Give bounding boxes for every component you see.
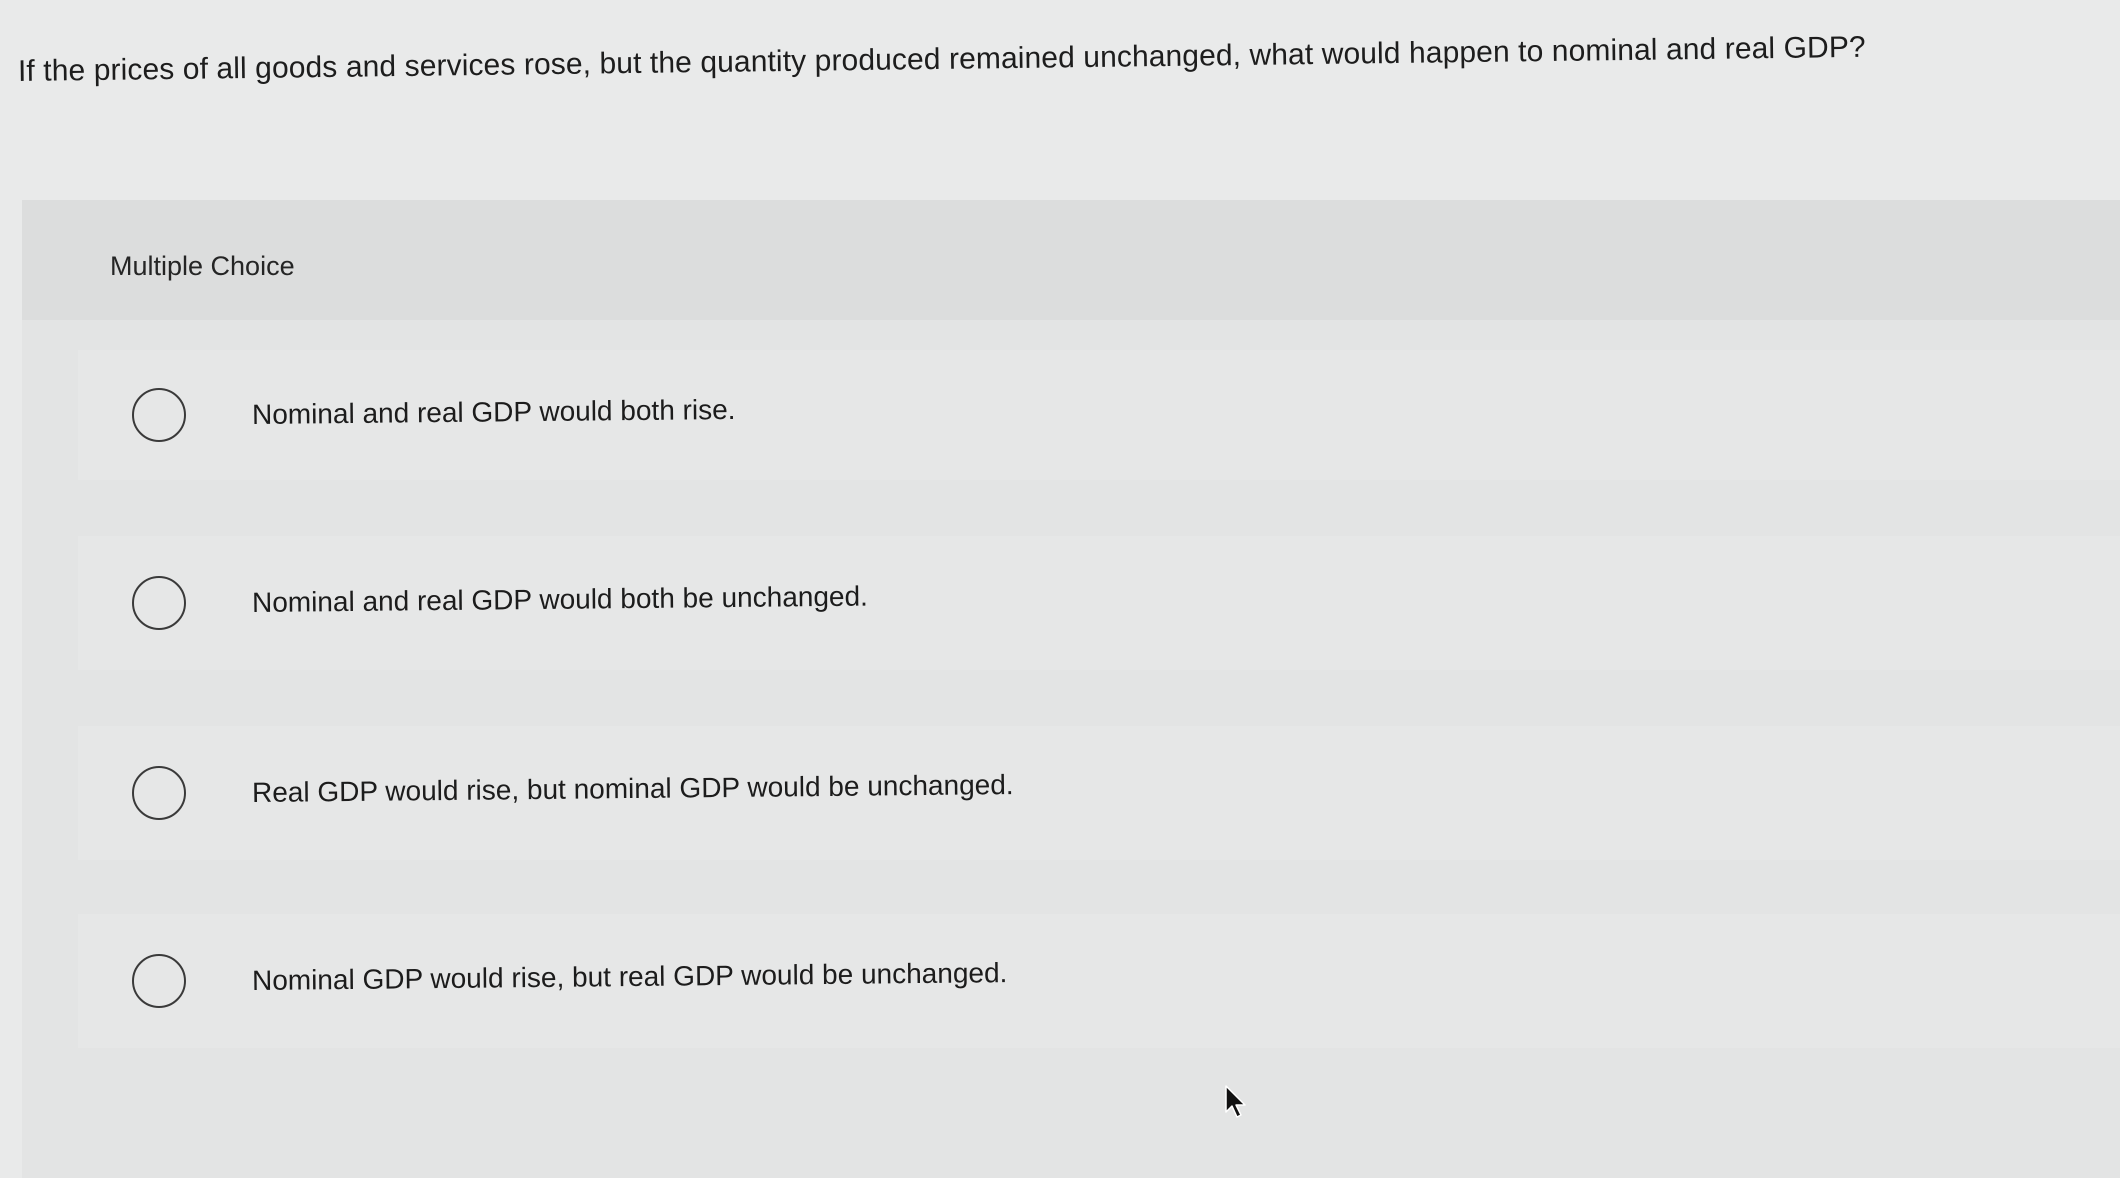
answer-options: Nominal and real GDP would both rise. No… — [78, 350, 2120, 1100]
multiple-choice-label: Multiple Choice — [110, 251, 295, 281]
radio-circle-icon[interactable] — [132, 576, 186, 630]
mouse-pointer-icon — [1225, 1085, 1246, 1118]
answer-option-label: Real GDP would rise, but nominal GDP wou… — [251, 769, 1014, 808]
answer-option-label: Nominal and real GDP would both be uncha… — [251, 580, 869, 618]
question-text: If the prices of all goods and services … — [17, 30, 1866, 88]
answer-option-1[interactable]: Nominal and real GDP would both rise. — [78, 350, 2120, 480]
answer-option-4[interactable]: Nominal GDP would rise, but real GDP wou… — [78, 914, 2120, 1048]
answer-option-label: Nominal and real GDP would both rise. — [251, 393, 736, 430]
radio-circle-icon[interactable] — [132, 766, 186, 820]
answer-option-label: Nominal GDP would rise, but real GDP wou… — [251, 957, 1008, 996]
answer-option-2[interactable]: Nominal and real GDP would both be uncha… — [78, 536, 2120, 670]
multiple-choice-panel: Multiple Choice Nominal and real GDP wou… — [22, 200, 2120, 1178]
radio-circle-icon[interactable] — [132, 388, 186, 442]
multiple-choice-header: Multiple Choice — [22, 200, 2120, 320]
answer-option-3[interactable]: Real GDP would rise, but nominal GDP wou… — [78, 726, 2120, 860]
radio-circle-icon[interactable] — [132, 954, 186, 1008]
